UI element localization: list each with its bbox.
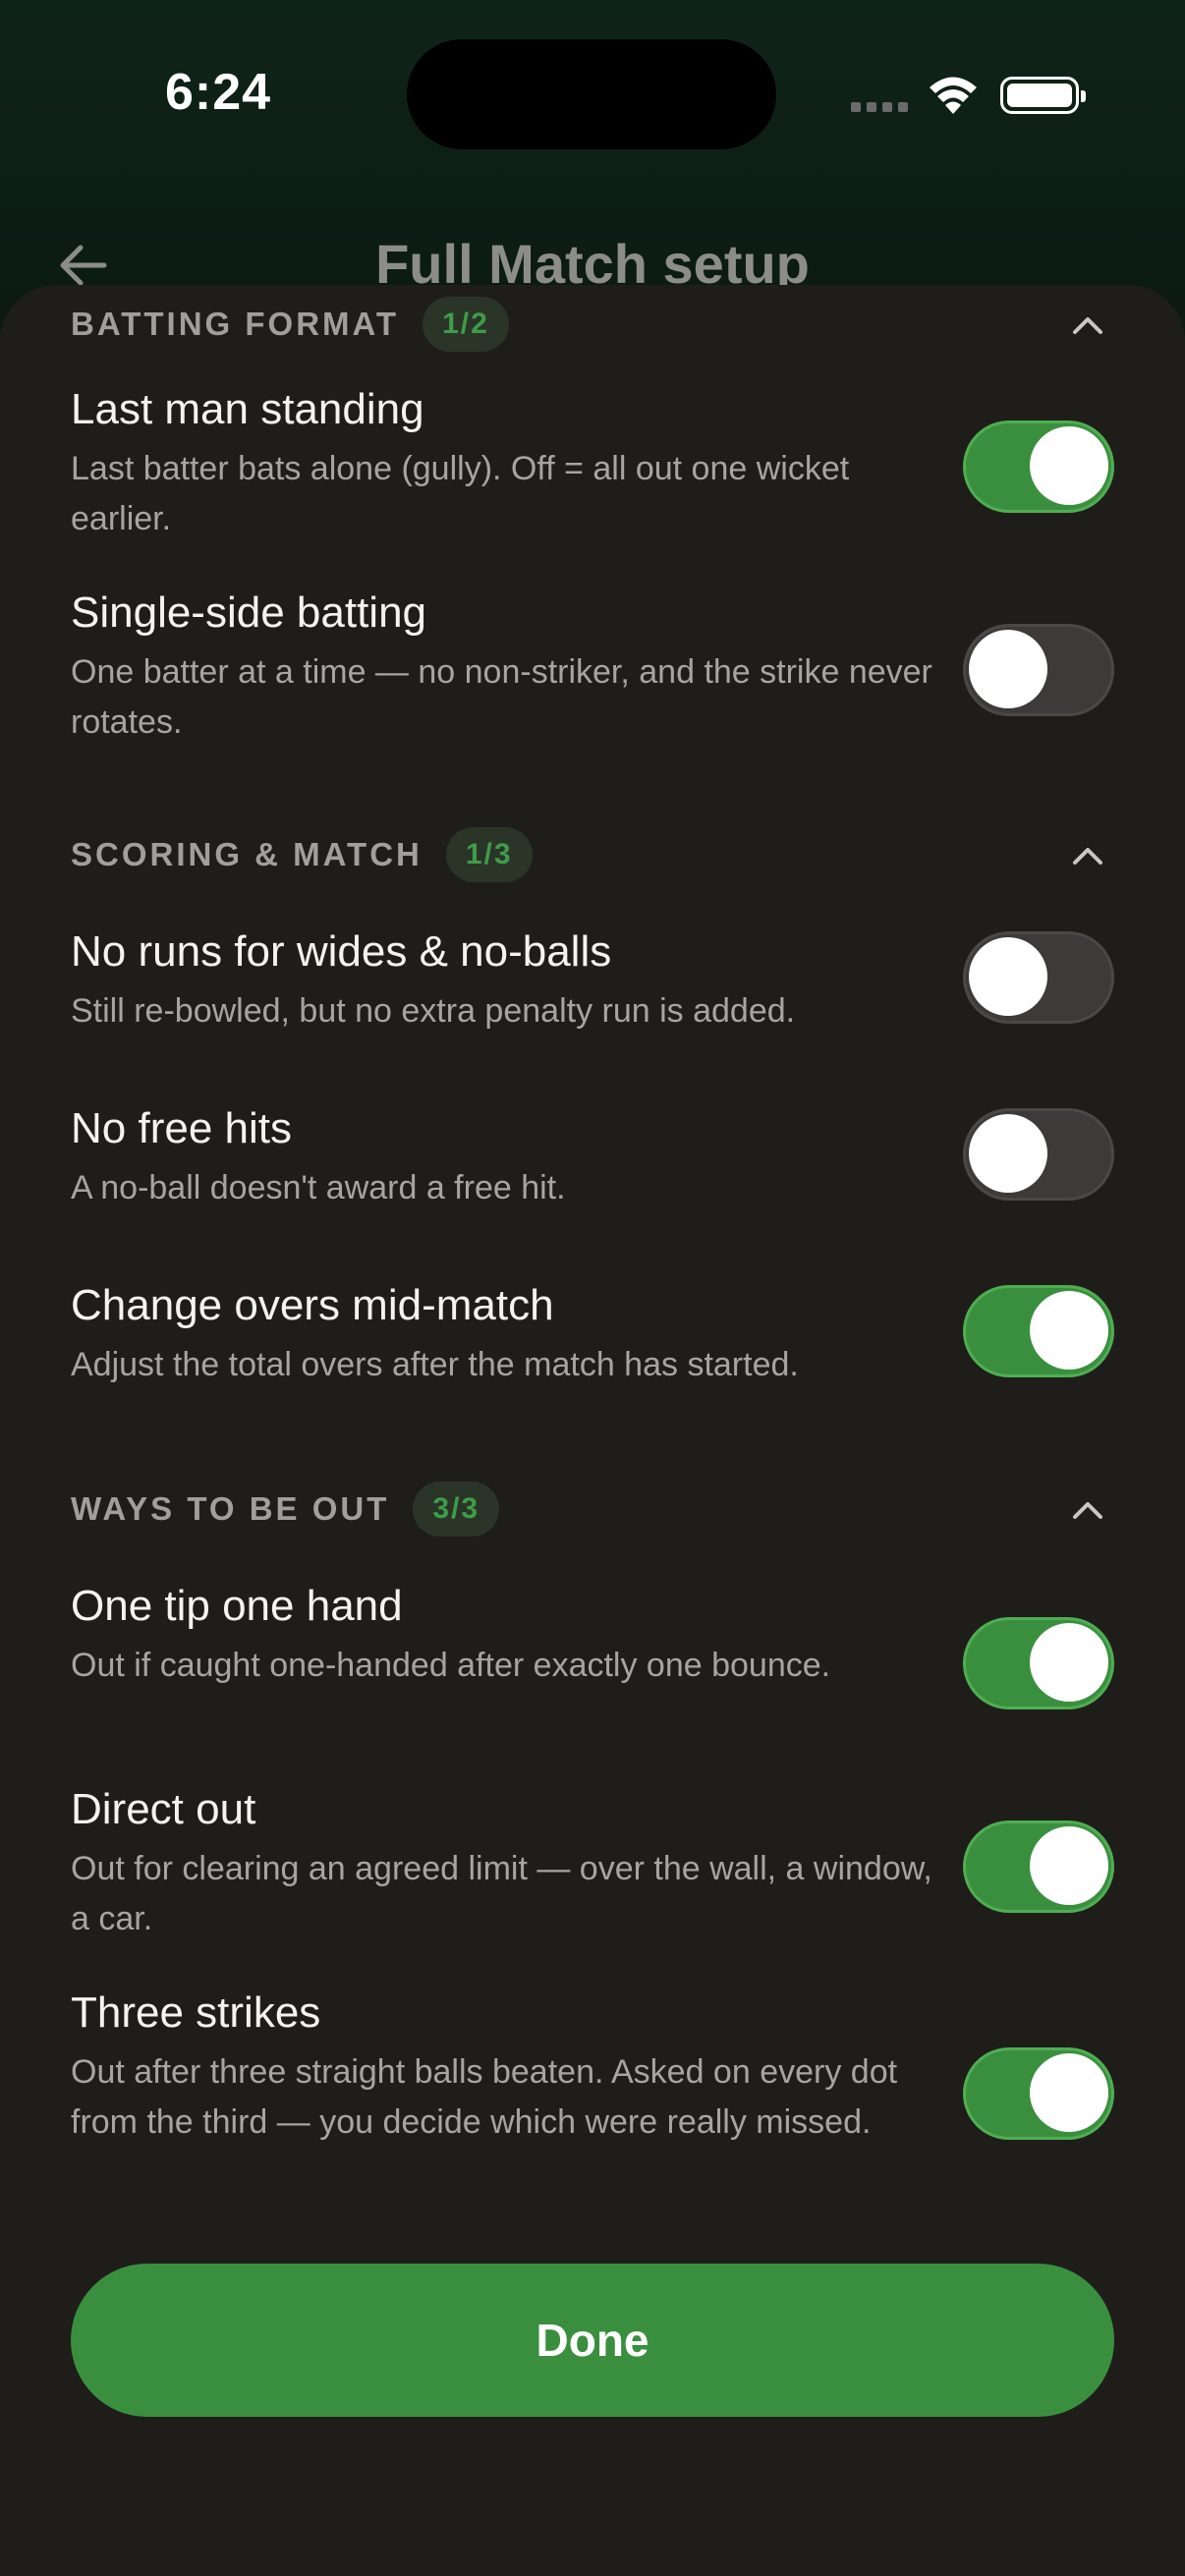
setting-row-one-tip-one-hand: One tip one hand Out if caught one-hande… — [71, 1580, 1114, 1709]
setting-row-direct-out: Direct out Out for clearing an agreed li… — [71, 1783, 1114, 1944]
section-title: WAYS TO BE OUT — [71, 1490, 390, 1527]
setting-row-three-strikes: Three strikes Out after three straight b… — [71, 1987, 1114, 2148]
cellular-signal-icon — [851, 102, 908, 114]
setting-description: A no-ball doesn't award a free hit. — [71, 1169, 566, 1206]
no-free-hits-toggle[interactable] — [963, 1108, 1114, 1201]
setting-title: Change overs mid-match — [71, 1281, 554, 1329]
battery-icon — [1000, 77, 1086, 114]
change-overs-toggle[interactable] — [963, 1285, 1114, 1377]
setting-title: Last man standing — [71, 385, 424, 433]
setting-row-last-man-standing: Last man standing Last batter bats alone… — [71, 383, 1114, 544]
setting-row-single-side-batting: Single-side batting One batter at a time… — [71, 587, 1114, 748]
setting-description: Last batter bats alone (gully). Off = al… — [71, 450, 850, 537]
chevron-up-icon[interactable] — [1071, 1499, 1104, 1521]
setting-description: Out if caught one-handed after exactly o… — [71, 1647, 831, 1684]
status-time: 6:24 — [165, 64, 272, 121]
direct-out-toggle[interactable] — [963, 1820, 1114, 1913]
section-header-scoring-match[interactable]: SCORING & MATCH 1/3 — [71, 825, 533, 884]
count-badge: 1/3 — [445, 827, 533, 882]
no-runs-wides-toggle[interactable] — [963, 931, 1114, 1024]
setting-description: Out for clearing an agreed limit — over … — [71, 1850, 932, 1937]
setting-row-change-overs: Change overs mid-match Adjust the total … — [71, 1279, 1114, 1390]
count-badge: 1/2 — [423, 297, 509, 352]
setting-row-no-runs-wides: No runs for wides & no-balls Still re-bo… — [71, 925, 1114, 1036]
setting-description: Still re-bowled, but no extra penalty ru… — [71, 992, 796, 1030]
wifi-icon — [930, 77, 977, 114]
setting-title: Three strikes — [71, 1988, 321, 2037]
setting-title: No free hits — [71, 1104, 292, 1152]
setting-description: Adjust the total overs after the match h… — [71, 1346, 799, 1383]
section-header-ways-to-be-out[interactable]: WAYS TO BE OUT 3/3 — [71, 1480, 500, 1539]
done-button[interactable]: Done — [71, 2264, 1114, 2417]
three-strikes-toggle[interactable] — [963, 2047, 1114, 2140]
setting-description: One batter at a time — no non-striker, a… — [71, 653, 932, 741]
last-man-standing-toggle[interactable] — [963, 420, 1114, 513]
setting-title: Direct out — [71, 1785, 256, 1833]
chevron-up-icon[interactable] — [1071, 845, 1104, 867]
count-badge: 3/3 — [413, 1482, 500, 1537]
single-side-batting-toggle[interactable] — [963, 624, 1114, 716]
setting-title: No runs for wides & no-balls — [71, 927, 612, 976]
one-tip-one-hand-toggle[interactable] — [963, 1617, 1114, 1709]
setting-title: One tip one hand — [71, 1582, 403, 1630]
section-header-batting-format[interactable]: BATTING FORMAT 1/2 — [71, 295, 509, 354]
section-title: SCORING & MATCH — [71, 836, 423, 872]
chevron-up-icon[interactable] — [1071, 314, 1104, 336]
dynamic-island — [407, 39, 776, 149]
setting-row-no-free-hits: No free hits A no-ball doesn't award a f… — [71, 1102, 1114, 1213]
section-title: BATTING FORMAT — [71, 306, 400, 342]
setting-title: Single-side batting — [71, 588, 427, 637]
settings-sheet: BATTING FORMAT 1/2 Last man standing Las… — [0, 285, 1185, 2576]
setting-description: Out after three straight balls beaten. A… — [71, 2053, 898, 2141]
